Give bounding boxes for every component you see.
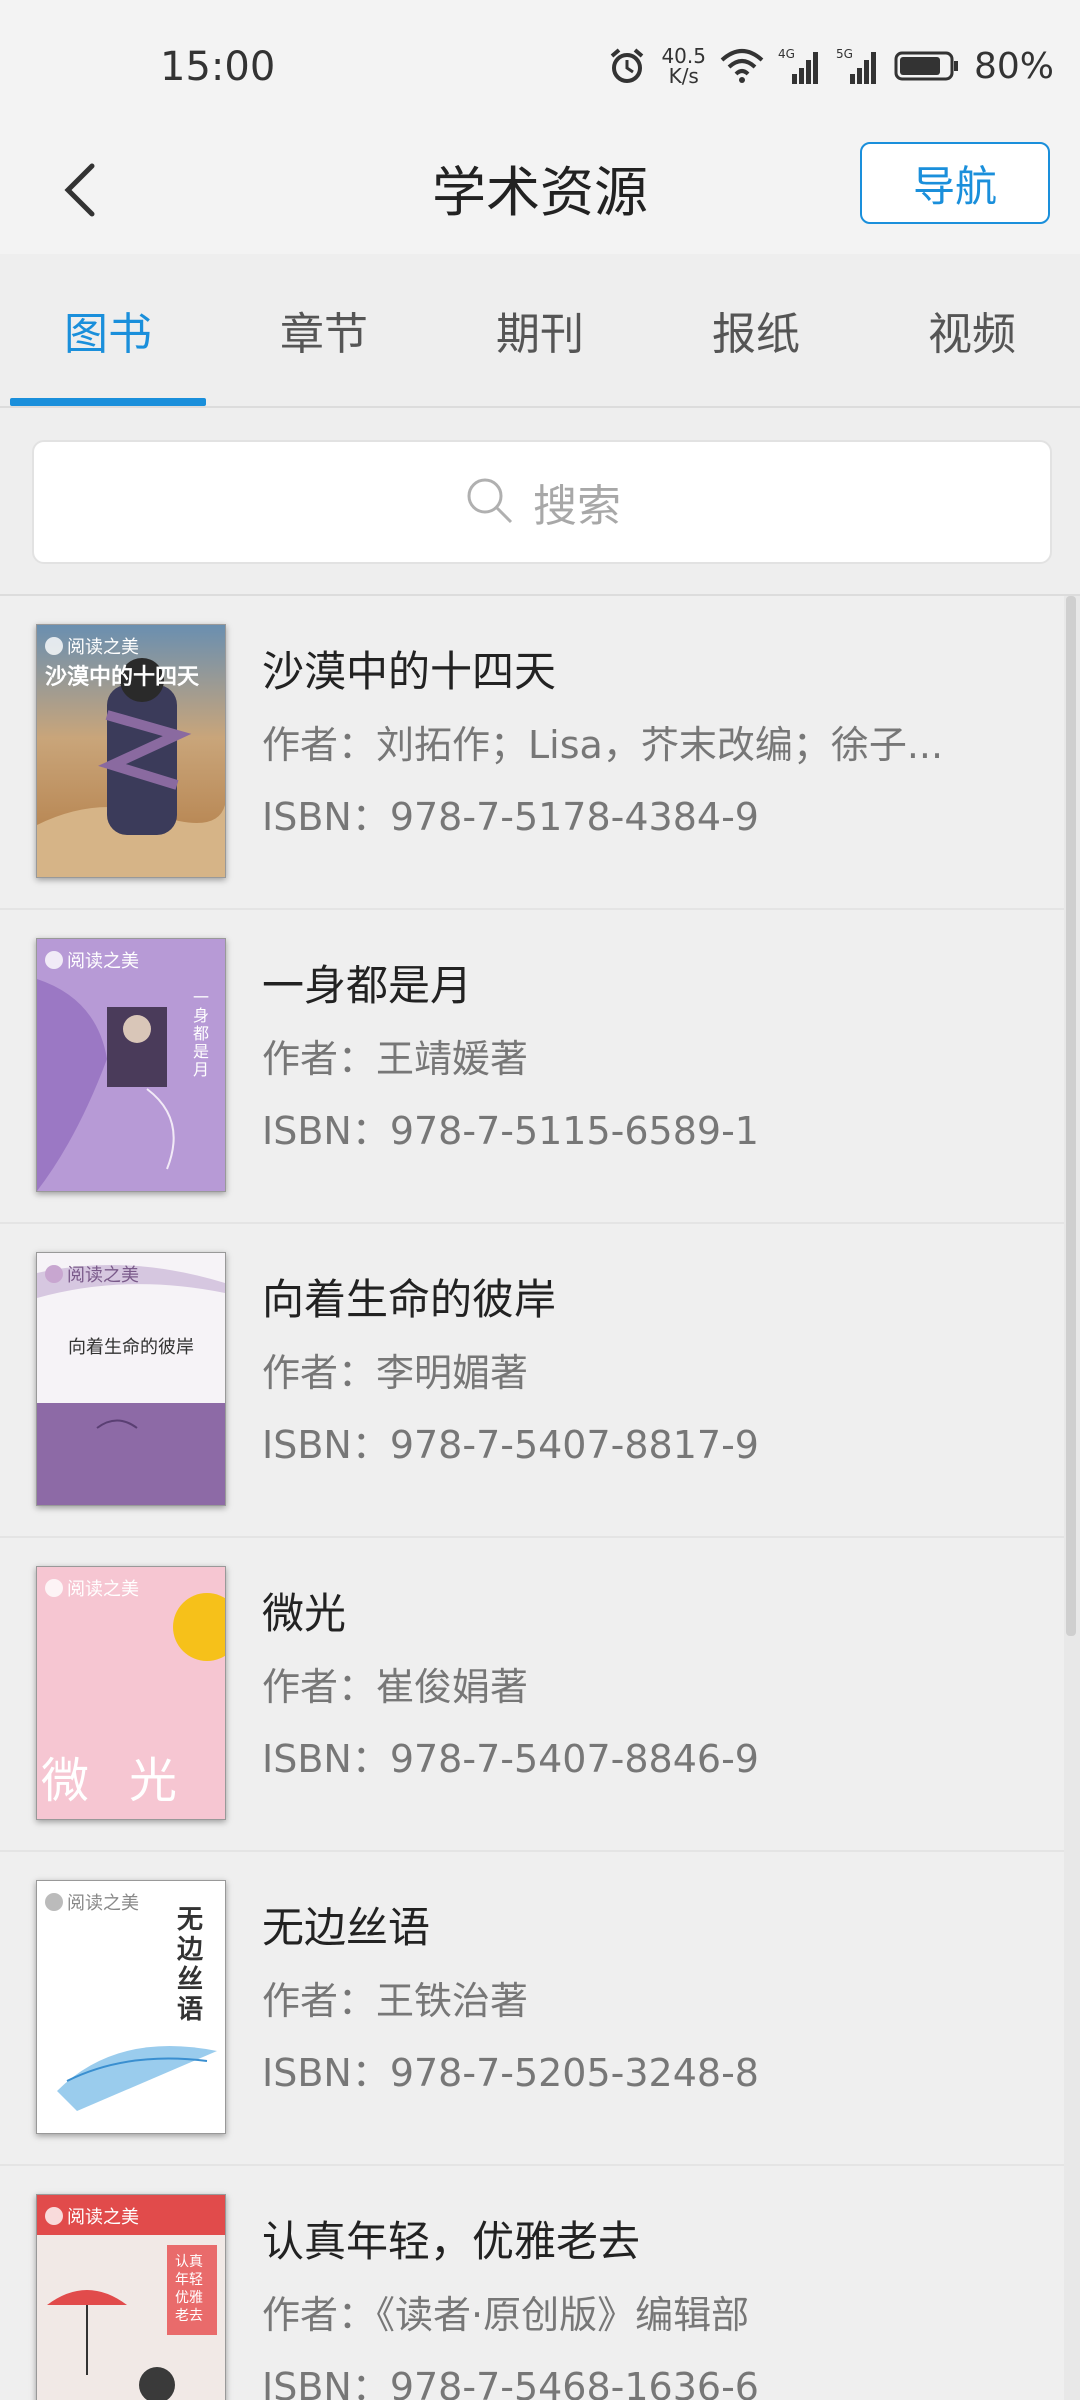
book-isbn: ISBN：978-7-5407-8846-9 [262,1737,759,1781]
book-author: 作者：崔俊娟著 [262,1665,529,1709]
list-scrollbar[interactable] [1064,596,1080,2400]
book-isbn: ISBN：978-7-5407-8817-9 [262,1423,759,1467]
battery-percent: 80% [973,45,1054,87]
back-button[interactable] [40,152,120,232]
book-title: 认真年轻，优雅老去 [262,2217,641,2266]
back-arrow-icon [60,160,100,224]
status-icons: 40.5 K/s 4G 5G 80% [607,38,1054,94]
wifi-icon [720,48,764,84]
book-author: 作者：《读者·原创版》编辑部 [262,2293,750,2337]
net-speed-value: 40.5 [661,44,706,68]
book-title: 无边丝语 [262,1903,431,1952]
list-item[interactable]: 阅读之美 向着生命的彼岸 向着生命的彼岸 作者：李明媚著 ISBN：978-7-… [0,1224,1064,1538]
list-item[interactable]: 阅读之美 认真年轻 优雅老去 认真年轻，优雅老去 作者：《读者·原创版》编辑部 … [0,2166,1064,2400]
signal-5g-icon: 5G [836,46,880,86]
tab-books[interactable]: 图书 [0,254,216,406]
cover-text: 认真年轻 优雅老去 [175,2254,203,2324]
navigation-button[interactable]: 导航 [860,142,1050,224]
book-title: 沙漠中的十四天 [262,647,557,696]
net-speed: 40.5 K/s [661,46,706,86]
cover-text: 沙漠中的十四天 [45,665,200,690]
cover-text: 无边丝语 [177,1905,204,2025]
book-cover: 阅读之美 沙漠中的十四天 [36,624,226,878]
book-isbn: ISBN：978-7-5178-4384-9 [262,795,759,839]
book-author: 作者：王靖媛著 [262,1037,529,1081]
status-bar: 15:00 40.5 K/s 4G 5G 80% [0,0,1080,132]
search-area: 搜索 [0,408,1080,596]
book-list: 阅读之美 沙漠中的十四天 沙漠中的十四天 作者：刘拓作；Lisa，芥末改编；徐子… [0,596,1064,2400]
cover-logo: 阅读之美 [45,1575,139,1601]
book-title: 一身都是月 [262,961,473,1010]
tab-journals[interactable]: 期刊 [432,254,648,406]
book-isbn: ISBN：978-7-5468-1636-6 [262,2365,759,2400]
book-cover: 阅读之美 微光 [36,1566,226,1820]
book-cover: 阅读之美 向着生命的彼岸 [36,1252,226,1506]
svg-text:4G: 4G [778,47,795,61]
cover-text: 微光 [40,1753,217,1809]
tab-videos[interactable]: 视频 [864,254,1080,406]
alarm-icon [607,46,647,86]
book-title: 向着生命的彼岸 [262,1275,557,1324]
search-icon [463,474,515,530]
title-bar: 学术资源 导航 [0,132,1080,254]
book-cover: 阅读之美 无边丝语 [36,1880,226,2134]
cover-text: 一身都是月 [193,988,210,1079]
book-author: 作者：王铁治著 [262,1979,529,2023]
list-item[interactable]: 阅读之美 一身都是月 一身都是月 作者：王靖媛著 ISBN：978-7-5115… [0,910,1064,1224]
book-title: 微光 [262,1589,347,1638]
battery-icon [894,49,960,83]
book-cover: 阅读之美 一身都是月 [36,938,226,1192]
search-placeholder: 搜索 [533,481,621,532]
cover-logo: 阅读之美 [45,633,139,659]
signal-4g-icon: 4G [778,46,822,86]
book-isbn: ISBN：978-7-5205-3248-8 [262,2051,759,2095]
book-author: 作者：李明媚著 [262,1351,529,1395]
status-time: 15:00 [160,44,276,90]
category-tabs: 图书 章节 期刊 报纸 视频 [0,254,1080,408]
list-item[interactable]: 阅读之美 无边丝语 无边丝语 作者：王铁治著 ISBN：978-7-5205-3… [0,1852,1064,2166]
net-speed-unit: K/s [668,64,699,88]
cover-text: 向着生命的彼岸 [68,1337,194,1358]
svg-text:5G: 5G [836,47,853,61]
cover-logo: 阅读之美 [45,1261,139,1287]
cover-logo: 阅读之美 [45,947,139,973]
book-author: 作者：刘拓作；Lisa，芥末改编；徐子... [262,723,944,767]
book-cover: 阅读之美 认真年轻 优雅老去 [36,2194,226,2400]
tab-newspapers[interactable]: 报纸 [648,254,864,406]
tab-chapters[interactable]: 章节 [216,254,432,406]
book-isbn: ISBN：978-7-5115-6589-1 [262,1109,759,1153]
search-input[interactable]: 搜索 [32,440,1052,564]
list-item[interactable]: 阅读之美 沙漠中的十四天 沙漠中的十四天 作者：刘拓作；Lisa，芥末改编；徐子… [0,596,1064,910]
scrollbar-thumb[interactable] [1066,596,1076,1636]
list-item[interactable]: 阅读之美 微光 微光 作者：崔俊娟著 ISBN：978-7-5407-8846-… [0,1538,1064,1852]
cover-logo: 阅读之美 [45,1889,139,1915]
cover-logo: 阅读之美 [45,2203,139,2229]
